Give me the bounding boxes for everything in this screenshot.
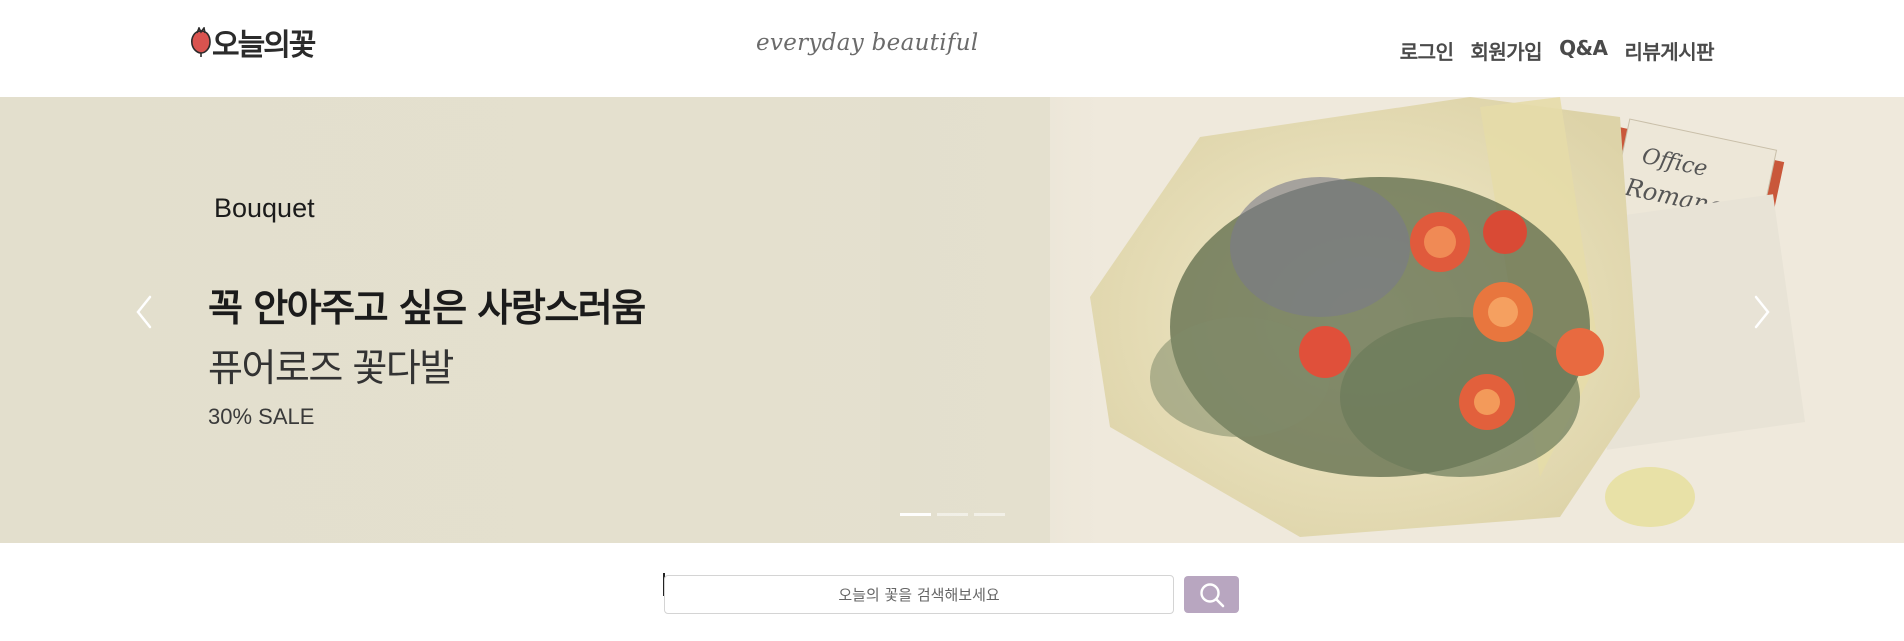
search-bar xyxy=(664,575,1239,614)
carousel-next-button[interactable] xyxy=(1748,287,1776,337)
site-header: 오늘의꽃 everyday beautiful 로그인 회원가입 Q&A 리뷰게… xyxy=(0,0,1904,97)
logo[interactable]: 오늘의꽃 xyxy=(188,20,316,64)
nav-login-link[interactable]: 로그인 xyxy=(1400,36,1454,65)
hero-headline: 꼭 안아주고 싶은 사랑스러움 xyxy=(208,286,646,330)
chevron-right-icon xyxy=(1754,295,1770,329)
carousel-indicator-2[interactable] xyxy=(937,513,968,516)
logo-text: 오늘의꽃 xyxy=(212,28,316,63)
carousel-indicator-1[interactable] xyxy=(900,513,931,516)
hero-carousel: Office Romance Bouquet 꼭 안아주고 싶은 사랑스러움 퓨… xyxy=(0,97,1904,543)
nav-signup-link[interactable]: 회원가입 xyxy=(1470,36,1542,65)
carousel-prev-button[interactable] xyxy=(130,287,158,337)
search-button[interactable] xyxy=(1184,576,1239,613)
tagline: everyday beautiful xyxy=(756,30,979,56)
top-nav: 로그인 회원가입 Q&A 리뷰게시판 xyxy=(1400,36,1715,65)
chevron-left-icon xyxy=(136,295,152,329)
search-input[interactable] xyxy=(664,575,1174,614)
carousel-indicator-3[interactable] xyxy=(974,513,1005,516)
flower-logo-icon xyxy=(188,26,214,57)
hero-subline: 퓨어로즈 꽃다발 xyxy=(208,346,454,390)
search-icon xyxy=(1199,582,1224,607)
hero-category: Bouquet xyxy=(214,193,315,223)
carousel-indicators xyxy=(900,513,1005,516)
nav-review-board-link[interactable]: 리뷰게시판 xyxy=(1625,36,1715,65)
hero-sale-label: 30% SALE xyxy=(208,404,315,429)
nav-qna-link[interactable]: Q&A xyxy=(1559,36,1608,65)
